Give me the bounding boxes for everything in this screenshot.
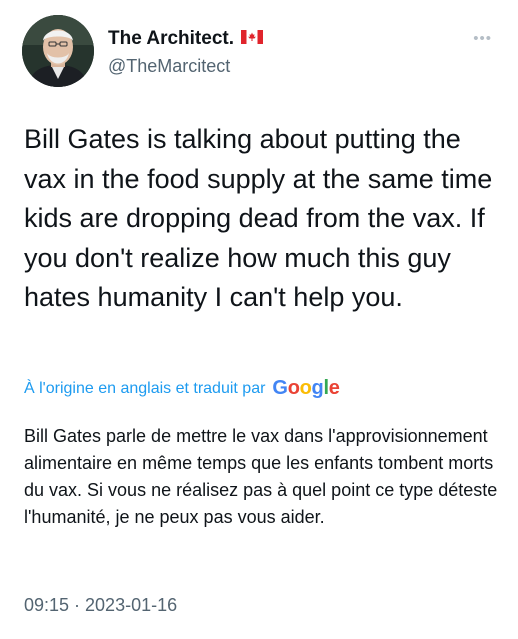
google-logo-text: Google: [272, 377, 340, 399]
more-horizontal-icon[interactable]: •••: [473, 30, 492, 47]
translation-label[interactable]: À l'origine en anglais et traduit par: [24, 380, 265, 398]
display-name[interactable]: The Architect.: [108, 27, 263, 50]
display-name-text: The Architect.: [108, 28, 234, 49]
author-info: The Architect. @TheMarcitect: [108, 27, 263, 77]
avatar[interactable]: [22, 15, 94, 87]
avatar-image: [22, 15, 94, 87]
translation-attribution[interactable]: À l'origine en anglais et traduit par Go…: [24, 377, 340, 400]
timestamp[interactable]: 09:15 · 2023-01-16: [24, 595, 177, 616]
translated-text: Bill Gates parle de mettre le vax dans l…: [24, 426, 498, 527]
handle[interactable]: @TheMarcitect: [108, 55, 263, 77]
tweet-text: Bill Gates is talking about putting the …: [24, 124, 493, 312]
canada-flag-icon: [241, 27, 263, 50]
google-logo: Google: [272, 377, 339, 400]
